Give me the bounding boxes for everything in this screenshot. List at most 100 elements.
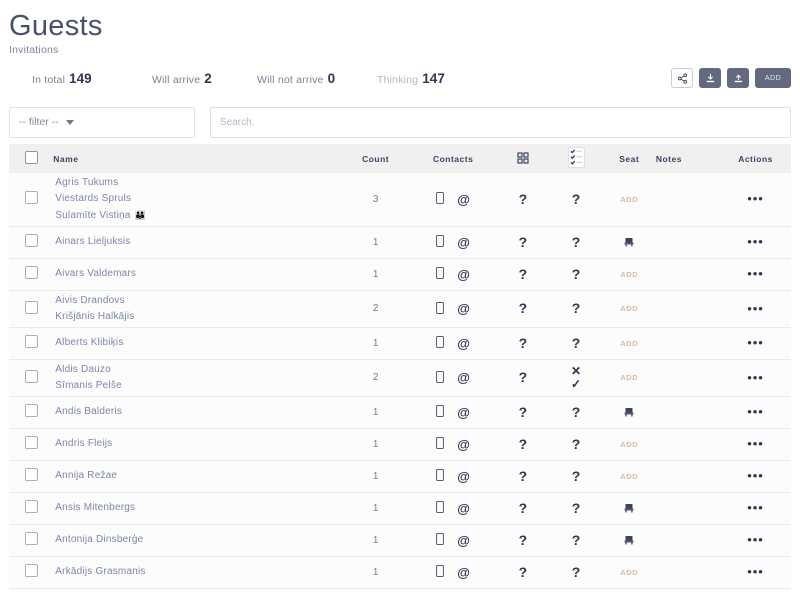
- guest-name-link[interactable]: Annija Režae: [55, 468, 341, 484]
- row-checkbox[interactable]: [25, 301, 38, 314]
- table-row[interactable]: Alberts Klibiķis1@??ADD•••: [9, 327, 791, 359]
- notes-cell[interactable]: [656, 173, 720, 226]
- rsvp-status-cell[interactable]: ?: [550, 327, 603, 359]
- rsvp-status-cell[interactable]: ?: [550, 258, 603, 290]
- email-icon[interactable]: @: [457, 566, 470, 579]
- email-icon[interactable]: @: [457, 502, 470, 515]
- rsvp-status-unknown[interactable]: ?: [572, 335, 581, 351]
- qr-status-unknown[interactable]: ?: [519, 234, 528, 250]
- seat-cell[interactable]: [603, 492, 656, 524]
- qr-status-cell[interactable]: ?: [496, 396, 549, 428]
- seat-cell[interactable]: [603, 396, 656, 428]
- row-checkbox[interactable]: [25, 436, 38, 449]
- table-row[interactable]: Agris TukumsViestards SprulsSulamīte Vis…: [9, 173, 791, 226]
- th-qr[interactable]: [496, 144, 549, 173]
- seat-cell[interactable]: [603, 524, 656, 556]
- qr-status-unknown[interactable]: ?: [519, 335, 528, 351]
- qr-status-cell[interactable]: ?: [496, 428, 549, 460]
- qr-status-unknown[interactable]: ?: [519, 300, 528, 316]
- select-all-checkbox[interactable]: [25, 151, 38, 164]
- seat-cell[interactable]: ADD: [603, 173, 656, 226]
- notes-cell[interactable]: [656, 359, 720, 396]
- guest-name-link[interactable]: Viestards Spruls: [55, 191, 341, 207]
- share-button[interactable]: [671, 68, 693, 88]
- rsvp-status-cell[interactable]: ?: [550, 173, 603, 226]
- table-row[interactable]: Ansis Mitenbergs1@??•••: [9, 492, 791, 524]
- rsvp-status-cell[interactable]: ?: [550, 396, 603, 428]
- phone-icon[interactable]: [436, 437, 444, 451]
- qr-status-cell[interactable]: ?: [496, 460, 549, 492]
- row-menu-button[interactable]: •••: [747, 532, 764, 547]
- qr-status-cell[interactable]: ?: [496, 359, 549, 396]
- row-menu-button[interactable]: •••: [747, 335, 764, 350]
- qr-status-unknown[interactable]: ?: [519, 404, 528, 420]
- rsvp-status-cell[interactable]: ?: [550, 226, 603, 258]
- qr-status-unknown[interactable]: ?: [519, 266, 528, 282]
- download-button[interactable]: [699, 68, 721, 88]
- row-checkbox[interactable]: [25, 191, 38, 204]
- seat-cell[interactable]: ADD: [603, 290, 656, 327]
- seat-add-link[interactable]: ADD: [620, 304, 638, 313]
- email-icon[interactable]: @: [457, 371, 470, 384]
- table-row[interactable]: Aldis DauzoSīmanis Pelše2@?✕✓ADD•••: [9, 359, 791, 396]
- seat-cell[interactable]: ADD: [603, 428, 656, 460]
- guest-name-link[interactable]: Andris Fleijs: [55, 436, 341, 452]
- phone-icon[interactable]: [436, 336, 444, 350]
- qr-status-unknown[interactable]: ?: [519, 564, 528, 580]
- notes-cell[interactable]: [656, 258, 720, 290]
- guest-name-link[interactable]: Aivis Drandovs: [55, 293, 341, 309]
- qr-status-cell[interactable]: ?: [496, 492, 549, 524]
- notes-cell[interactable]: [656, 226, 720, 258]
- row-menu-button[interactable]: •••: [747, 404, 764, 419]
- notes-cell[interactable]: [656, 327, 720, 359]
- row-menu-button[interactable]: •••: [747, 370, 764, 385]
- guest-name-link[interactable]: Aldis Dauzo: [55, 362, 341, 378]
- phone-icon[interactable]: [436, 533, 444, 547]
- table-row[interactable]: Aivis DrandovsKrišjānis Halkājis2@??ADD•…: [9, 290, 791, 327]
- qr-status-unknown[interactable]: ?: [519, 436, 528, 452]
- th-contacts[interactable]: Contacts: [410, 144, 496, 173]
- seat-add-link[interactable]: ADD: [620, 339, 638, 348]
- import-button[interactable]: [727, 68, 749, 88]
- row-menu-button[interactable]: •••: [747, 436, 764, 451]
- guest-name-link[interactable]: Arkādijs Grasmanis: [55, 564, 341, 580]
- table-row[interactable]: Antonija Dinsberģe1@??•••: [9, 524, 791, 556]
- rsvp-status-unknown[interactable]: ?: [572, 532, 581, 548]
- phone-icon[interactable]: [436, 405, 444, 419]
- qr-status-cell[interactable]: ?: [496, 327, 549, 359]
- email-icon[interactable]: @: [457, 236, 470, 249]
- row-checkbox[interactable]: [25, 564, 38, 577]
- seat-add-link[interactable]: ADD: [620, 270, 638, 279]
- guest-name-link[interactable]: Sulamīte Vistiņa👪: [55, 207, 341, 224]
- table-row[interactable]: Andris Fleijs1@??ADD•••: [9, 428, 791, 460]
- guest-name-link[interactable]: Alberts Klibiķis: [55, 335, 341, 351]
- rsvp-status-unknown[interactable]: ?: [572, 436, 581, 452]
- qr-status-unknown[interactable]: ?: [519, 369, 528, 385]
- row-menu-button[interactable]: •••: [747, 301, 764, 316]
- row-checkbox[interactable]: [25, 500, 38, 513]
- guest-name-link[interactable]: Antonija Dinsberģe: [55, 532, 341, 548]
- rsvp-accept-icon[interactable]: ✓: [571, 378, 581, 390]
- seat-cell[interactable]: ADD: [603, 460, 656, 492]
- rsvp-status-cell[interactable]: ?: [550, 556, 603, 588]
- guest-name-link[interactable]: Andis Balderis: [55, 404, 341, 420]
- table-row[interactable]: Ainars Lieljuksis1@??•••: [9, 226, 791, 258]
- rsvp-status-unknown[interactable]: ?: [572, 191, 581, 207]
- th-seat[interactable]: Seat: [603, 144, 656, 173]
- email-icon[interactable]: @: [457, 534, 470, 547]
- th-count[interactable]: Count: [341, 144, 410, 173]
- row-menu-button[interactable]: •••: [747, 266, 764, 281]
- row-checkbox[interactable]: [25, 404, 38, 417]
- seat-cell[interactable]: ADD: [603, 556, 656, 588]
- phone-icon[interactable]: [436, 267, 444, 281]
- notes-cell[interactable]: [656, 460, 720, 492]
- phone-icon[interactable]: [436, 501, 444, 515]
- qr-status-cell[interactable]: ?: [496, 173, 549, 226]
- table-row[interactable]: Andis Balderis1@??•••: [9, 396, 791, 428]
- row-checkbox[interactable]: [25, 532, 38, 545]
- row-checkbox[interactable]: [25, 468, 38, 481]
- email-icon[interactable]: @: [457, 406, 470, 419]
- phone-icon[interactable]: [436, 192, 444, 206]
- row-checkbox[interactable]: [25, 335, 38, 348]
- row-menu-button[interactable]: •••: [747, 564, 764, 579]
